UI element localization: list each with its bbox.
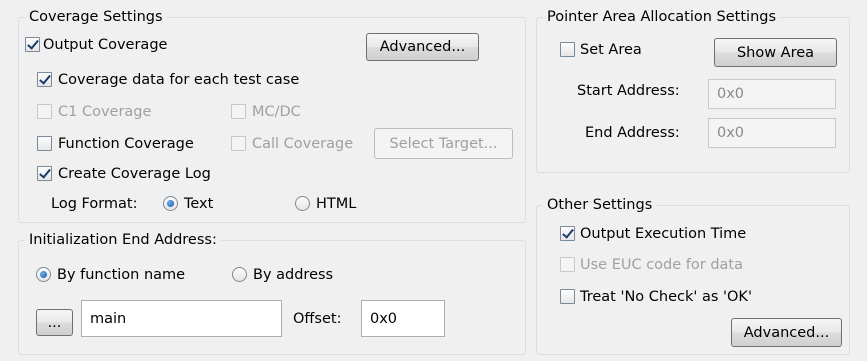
output-coverage-checkbox[interactable] <box>25 37 40 52</box>
mcdc-label[interactable]: MC/DC <box>252 103 301 121</box>
call-coverage-checkbox[interactable] <box>231 136 246 151</box>
output-execution-time-checkbox[interactable] <box>560 226 575 241</box>
output-execution-time-label[interactable]: Output Execution Time <box>580 225 746 243</box>
create-coverage-log-checkbox[interactable] <box>37 166 52 181</box>
function-coverage-label[interactable]: Function Coverage <box>58 135 194 153</box>
by-function-name-label[interactable]: By function name <box>57 266 185 284</box>
other-advanced-button[interactable]: Advanced... <box>731 318 842 347</box>
use-euc-checkbox[interactable] <box>560 257 575 272</box>
treat-no-check-label[interactable]: Treat 'No Check' as 'OK' <box>580 288 752 306</box>
start-address-input[interactable] <box>708 79 836 109</box>
by-function-name-radio[interactable] <box>36 267 51 282</box>
output-coverage-label[interactable]: Output Coverage <box>43 36 167 54</box>
by-address-label[interactable]: By address <box>253 266 333 284</box>
mcdc-checkbox[interactable] <box>231 104 246 119</box>
init-end-address-group: Initialization End Address: <box>18 231 526 355</box>
function-coverage-checkbox[interactable] <box>37 136 52 151</box>
offset-label: Offset: <box>293 311 342 327</box>
coverage-advanced-button[interactable]: Advanced... <box>366 33 479 61</box>
use-euc-label[interactable]: Use EUC code for data <box>580 256 743 274</box>
call-coverage-label[interactable]: Call Coverage <box>252 135 353 153</box>
treat-no-check-checkbox[interactable] <box>560 289 575 304</box>
log-format-label: Log Format: <box>51 196 138 212</box>
c1-coverage-label[interactable]: C1 Coverage <box>58 103 151 121</box>
by-address-radio[interactable] <box>232 267 247 282</box>
start-address-label: Start Address: <box>577 83 680 99</box>
function-name-input[interactable] <box>81 300 282 337</box>
other-settings-title: Other Settings <box>543 196 657 214</box>
log-format-html-radio[interactable] <box>295 196 310 211</box>
each-test-case-label[interactable]: Coverage data for each test case <box>58 71 299 89</box>
c1-coverage-checkbox[interactable] <box>37 104 52 119</box>
end-address-input[interactable] <box>708 118 836 148</box>
offset-input[interactable] <box>361 300 445 337</box>
coverage-settings-title: Coverage Settings <box>25 8 167 26</box>
browse-function-button[interactable]: ... <box>36 309 73 336</box>
log-format-html-label[interactable]: HTML <box>316 195 356 213</box>
end-address-label: End Address: <box>585 125 680 141</box>
log-format-text-radio[interactable] <box>163 196 178 211</box>
init-end-address-title: Initialization End Address: <box>25 231 221 249</box>
show-area-button[interactable]: Show Area <box>714 38 837 67</box>
set-area-label[interactable]: Set Area <box>580 41 642 59</box>
log-format-text-label[interactable]: Text <box>184 195 213 213</box>
create-coverage-log-label[interactable]: Create Coverage Log <box>58 165 211 183</box>
set-area-checkbox[interactable] <box>560 42 575 57</box>
each-test-case-checkbox[interactable] <box>37 72 52 87</box>
pointer-area-title: Pointer Area Allocation Settings <box>543 8 781 26</box>
select-target-button[interactable]: Select Target... <box>374 128 513 159</box>
